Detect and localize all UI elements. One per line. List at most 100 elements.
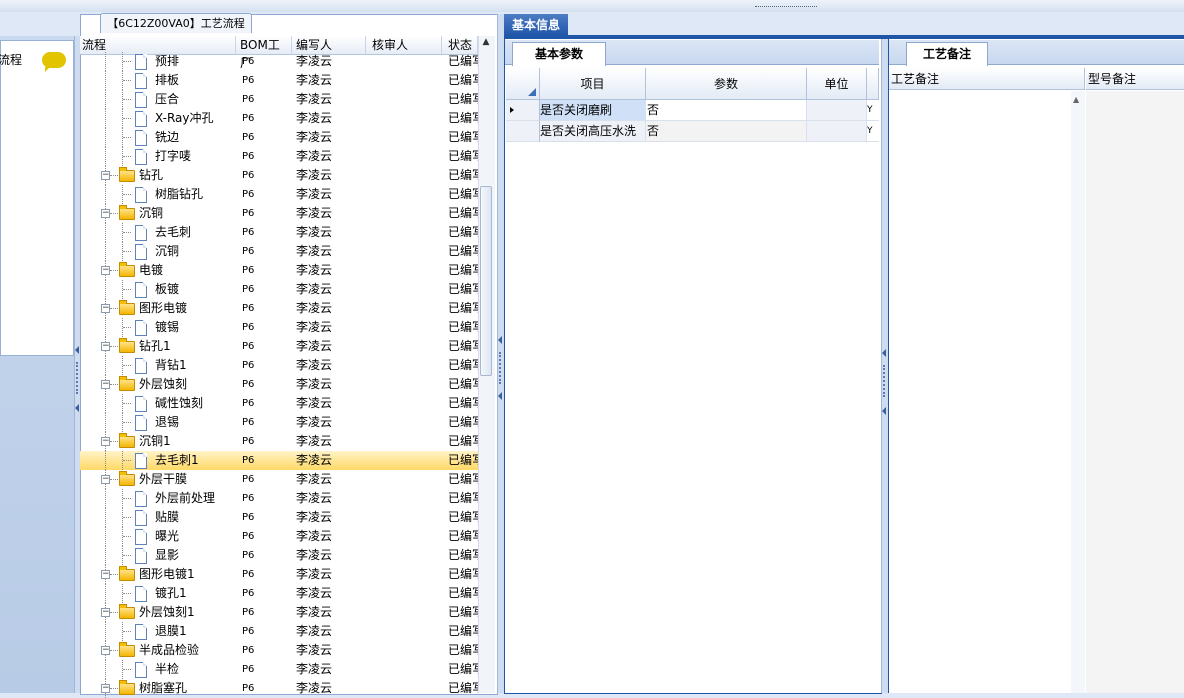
tree-folder-row[interactable]: − 钻孔1 P6 李凌云 已编写 (80, 337, 478, 356)
row-indicator[interactable] (506, 100, 540, 121)
tree-row[interactable]: 镀孔1 P6 李凌云 已编写 (80, 584, 478, 603)
tree-row[interactable]: 去毛刺1 P6 李凌云 已编写 (80, 451, 478, 470)
tree-row[interactable]: 显影 P6 李凌云 已编写 (80, 546, 478, 565)
collapse-toggle-icon[interactable]: − (101, 570, 110, 579)
tree-row[interactable]: X-Ray冲孔 P6 李凌云 已编写 (80, 109, 478, 128)
tree-row[interactable]: 半检 P6 李凌云 已编写 (80, 660, 478, 679)
collapse-toggle-icon[interactable]: − (101, 266, 110, 275)
tree-folder-row[interactable]: − 外层蚀刻1 P6 李凌云 已编写 (80, 603, 478, 622)
collapse-arrow-icon[interactable] (75, 346, 79, 354)
column-header-unit[interactable]: 单位 (807, 68, 867, 100)
document-icon (135, 111, 147, 127)
cell-writer: 李凌云 (296, 681, 333, 695)
collapse-toggle-icon[interactable]: − (101, 608, 110, 617)
tree-row[interactable]: 板镀 P6 李凌云 已编写 (80, 280, 478, 299)
cell-writer: 李凌云 (296, 643, 333, 657)
collapse-arrow-icon[interactable] (882, 349, 886, 357)
document-icon (135, 358, 147, 374)
column-header-param[interactable]: 参数 (646, 68, 807, 100)
row-indicator[interactable] (506, 121, 540, 142)
collapse-toggle-icon[interactable]: − (101, 380, 110, 389)
tree-folder-row[interactable]: − 沉铜1 P6 李凌云 已编写 (80, 432, 478, 451)
cell-bom-factory: P6 (242, 398, 255, 409)
tree-row[interactable]: 排板 P6 李凌云 已编写 (80, 71, 478, 90)
tree-row[interactable]: 树脂钻孔 P6 李凌云 已编写 (80, 185, 478, 204)
tree-row[interactable]: 打字唛 P6 李凌云 已编写 (80, 147, 478, 166)
model-notes-area[interactable] (1086, 91, 1184, 693)
tree-row[interactable]: 外层前处理 P6 李凌云 已编写 (80, 489, 478, 508)
scroll-up-arrow-icon[interactable]: ▲ (1073, 95, 1079, 104)
tree-row[interactable]: 压合 P6 李凌云 已编写 (80, 90, 478, 109)
collapse-arrow-icon[interactable] (75, 404, 79, 412)
tree-row[interactable]: 退锡 P6 李凌云 已编写 (80, 413, 478, 432)
param-cell-unit[interactable] (807, 121, 867, 142)
tree-folder-row[interactable]: − 图形电镀 P6 李凌云 已编写 (80, 299, 478, 318)
param-cell-value[interactable]: 否 (646, 100, 807, 121)
collapse-arrow-icon[interactable] (882, 407, 886, 415)
folder-icon (119, 680, 135, 695)
param-cell-value[interactable]: 否 (646, 121, 807, 142)
collapse-toggle-icon[interactable]: − (101, 646, 110, 655)
collapse-toggle-icon[interactable]: − (101, 684, 110, 693)
tree-guide-line (110, 270, 118, 271)
tree-folder-row[interactable]: − 外层蚀刻 P6 李凌云 已编写 (80, 375, 478, 394)
tree-guide-line (123, 61, 131, 62)
tree-row[interactable]: 碱性蚀刻 P6 李凌云 已编写 (80, 394, 478, 413)
tree-panel-tab[interactable]: 【6C12Z00VA0】工艺流程 (100, 13, 252, 33)
tree-folder-row[interactable]: − 电镀 P6 李凌云 已编写 (80, 261, 478, 280)
column-header-item[interactable]: 项目 (540, 68, 646, 100)
param-cell-item[interactable]: 是否关闭磨刷 (540, 100, 646, 121)
column-header-process-notes[interactable]: 工艺备注 (889, 68, 1085, 90)
param-cell-unit[interactable] (807, 100, 867, 121)
notes-scrollbar[interactable] (1071, 91, 1085, 693)
left-panel-title: 流程 (0, 53, 23, 67)
tree-scrollbar-thumb[interactable] (480, 186, 492, 376)
cell-bom-factory: P6 (242, 341, 255, 352)
tree-folder-row[interactable]: − 沉铜 P6 李凌云 已编写 (80, 204, 478, 223)
top-splitter-grip[interactable] (755, 6, 817, 12)
tree-row[interactable]: 背钻1 P6 李凌云 已编写 (80, 356, 478, 375)
cell-bom-factory: P6 (242, 284, 255, 295)
grid-corner-header[interactable] (506, 68, 540, 100)
process-notes-textarea[interactable] (889, 91, 1085, 693)
tree-row[interactable]: 镀锡 P6 李凌云 已编写 (80, 318, 478, 337)
tree-folder-row[interactable]: − 图形电镀1 P6 李凌云 已编写 (80, 565, 478, 584)
param-cell-item[interactable]: 是否关闭高压水洗 (540, 121, 646, 142)
cell-writer: 李凌云 (296, 92, 333, 106)
cell-status: 已编写 (448, 396, 478, 410)
column-header-model-notes[interactable]: 型号备注 (1086, 68, 1184, 90)
tree-row[interactable]: 贴膜 P6 李凌云 已编写 (80, 508, 478, 527)
cell-bom-factory: P6 (242, 322, 255, 333)
cell-bom-factory: P6 (242, 303, 255, 314)
tab-basic-info[interactable]: 基本信息 (504, 14, 568, 36)
tree-row[interactable]: 曝光 P6 李凌云 已编写 (80, 527, 478, 546)
tree-row[interactable]: 铣边 P6 李凌云 已编写 (80, 128, 478, 147)
collapse-toggle-icon[interactable]: − (101, 437, 110, 446)
document-icon (135, 453, 147, 469)
collapse-toggle-icon[interactable]: − (101, 171, 110, 180)
tree-folder-row[interactable]: − 外层干膜 P6 李凌云 已编写 (80, 470, 478, 489)
tree-folder-row[interactable]: − 树脂塞孔 P6 李凌云 已编写 (80, 679, 478, 698)
tree-row[interactable]: 沉铜 P6 李凌云 已编写 (80, 242, 478, 261)
document-icon (135, 187, 147, 203)
collapse-toggle-icon[interactable]: − (101, 342, 110, 351)
tree-row[interactable]: 预排 P6 李凌云 已编写 (80, 52, 478, 71)
tree-row[interactable]: 退膜1 P6 李凌云 已编写 (80, 622, 478, 641)
tree-node-label: 预排 (155, 54, 180, 68)
tree-folder-row[interactable]: − 半成品检验 P6 李凌云 已编写 (80, 641, 478, 660)
cell-status: 已编写 (448, 643, 478, 657)
tab-basic-params[interactable]: 基本参数 (512, 42, 606, 66)
collapse-toggle-icon[interactable]: − (101, 304, 110, 313)
cell-bom-factory: P6 (242, 436, 255, 447)
comment-bubble-icon[interactable] (42, 52, 66, 72)
tree-row[interactable]: 去毛刺 P6 李凌云 已编写 (80, 223, 478, 242)
tree-folder-row[interactable]: − 钻孔 P6 李凌云 已编写 (80, 166, 478, 185)
collapse-toggle-icon[interactable]: − (101, 475, 110, 484)
cell-writer: 李凌云 (296, 54, 333, 68)
collapse-toggle-icon[interactable]: − (101, 209, 110, 218)
tab-process-notes[interactable]: 工艺备注 (906, 42, 988, 66)
scroll-up-arrow-icon[interactable]: ▲ (480, 37, 492, 51)
cell-bom-factory: P6 (242, 550, 255, 561)
collapse-arrow-icon[interactable] (498, 336, 502, 344)
collapse-arrow-icon[interactable] (498, 392, 502, 400)
